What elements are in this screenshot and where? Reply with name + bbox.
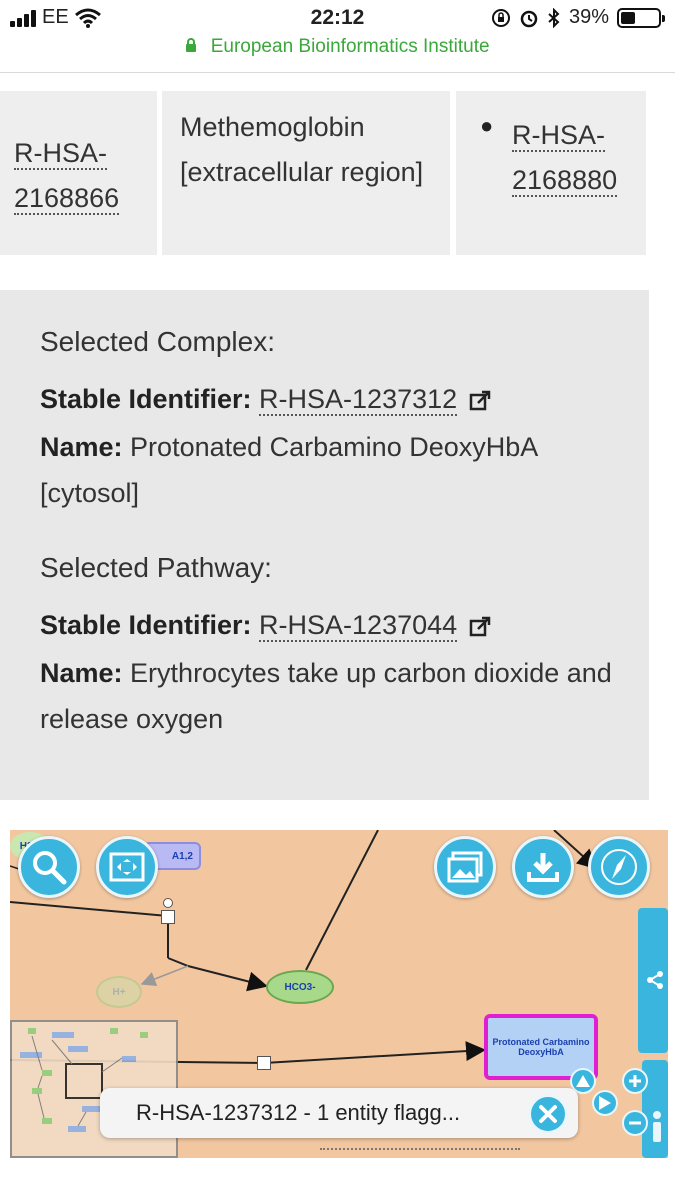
- zoom-out-icon: [629, 1121, 641, 1125]
- dotted-underline: [320, 1148, 520, 1150]
- complex-stable-id-row: Stable Identifier: R-HSA-1237312: [40, 376, 620, 422]
- pathway-diagram-canvas[interactable]: H2O A1,2 H+ HCO3- Protonated Carbamino D…: [10, 830, 668, 1158]
- pan-right-button[interactable]: [592, 1090, 618, 1116]
- pathway-name: Erythrocytes take up carbon dioxide and …: [40, 658, 612, 734]
- complex-stable-id-link[interactable]: R-HSA-1237312: [259, 384, 458, 416]
- fit-screen-icon: [109, 852, 145, 882]
- arrow-up-icon: [576, 1075, 590, 1087]
- url-bar[interactable]: European Bioinformatics Institute: [0, 36, 675, 70]
- alarm-icon: [520, 10, 538, 27]
- node-h-plus[interactable]: H+: [96, 976, 142, 1008]
- zoom-in-icon: [629, 1075, 641, 1087]
- reaction-dot: [163, 898, 173, 908]
- name-label: Name:: [40, 658, 123, 688]
- zoom-in-button[interactable]: [622, 1068, 648, 1094]
- fit-to-screen-button[interactable]: [96, 836, 158, 898]
- image-export-icon: [447, 851, 483, 883]
- arrow-right-icon: [599, 1096, 611, 1110]
- download-button[interactable]: [512, 836, 574, 898]
- flag-notification: R-HSA-1237312 - 1 entity flagg...: [100, 1088, 578, 1138]
- close-flag-button[interactable]: [528, 1094, 568, 1134]
- close-icon: [539, 1105, 557, 1123]
- zoom-out-button[interactable]: [622, 1110, 648, 1136]
- external-link-icon[interactable]: [469, 390, 491, 412]
- identifier-link[interactable]: R-HSA-2168866: [14, 131, 144, 221]
- download-icon: [527, 853, 559, 882]
- table-cell-related: ● R-HSA-2168880: [456, 91, 646, 255]
- reaction-node[interactable]: [257, 1056, 271, 1070]
- selected-pathway-heading: Selected Pathway:: [40, 552, 272, 583]
- search-button[interactable]: [18, 836, 80, 898]
- lock-icon: [186, 38, 197, 52]
- selected-complex-heading: Selected Complex:: [40, 326, 276, 357]
- battery-percent: 39%: [568, 6, 609, 28]
- bullet-icon: ●: [480, 113, 494, 138]
- complex-name-row: Name: Protonated Carbamino DeoxyHbA [cyt…: [40, 424, 620, 516]
- pathway-stable-id-link[interactable]: R-HSA-1237044: [259, 610, 458, 642]
- rotation-lock-icon: [491, 8, 510, 27]
- pathway-stable-id-row: Stable Identifier: R-HSA-1237044: [40, 602, 620, 648]
- header-divider: [0, 72, 675, 73]
- side-panel-strip: [632, 830, 668, 1158]
- status-bar: EE 22:12 39%: [0, 0, 675, 36]
- entity-name: Methemoglobin [extracellular region]: [180, 112, 424, 187]
- node-hco3[interactable]: HCO3-: [266, 970, 334, 1004]
- pathway-name-row: Name: Erythrocytes take up carbon dioxid…: [40, 650, 620, 742]
- table-cell-identifier: R-HSA-2168866: [0, 91, 157, 255]
- stable-id-label: Stable Identifier:: [40, 610, 252, 640]
- battery-icon: [617, 7, 665, 28]
- flag-message: R-HSA-1237312 - 1 entity flagg...: [136, 1100, 461, 1125]
- info-icon[interactable]: [650, 1110, 664, 1144]
- reaction-node[interactable]: [161, 910, 175, 924]
- table-cell-name: Methemoglobin [extracellular region]: [162, 91, 450, 255]
- export-image-button[interactable]: [434, 836, 496, 898]
- selection-info-panel: Selected Complex: Stable Identifier: R-H…: [0, 290, 649, 800]
- status-right: 39%: [491, 6, 665, 29]
- bluetooth-icon: [548, 7, 560, 28]
- share-icon[interactable]: [646, 970, 664, 990]
- site-name: European Bioinformatics Institute: [210, 36, 490, 57]
- external-link-icon[interactable]: [469, 616, 491, 638]
- search-icon: [33, 851, 67, 885]
- side-tab: [638, 908, 668, 1158]
- related-link[interactable]: R-HSA-2168880: [512, 113, 642, 203]
- name-label: Name:: [40, 432, 123, 462]
- stable-id-label: Stable Identifier:: [40, 384, 252, 414]
